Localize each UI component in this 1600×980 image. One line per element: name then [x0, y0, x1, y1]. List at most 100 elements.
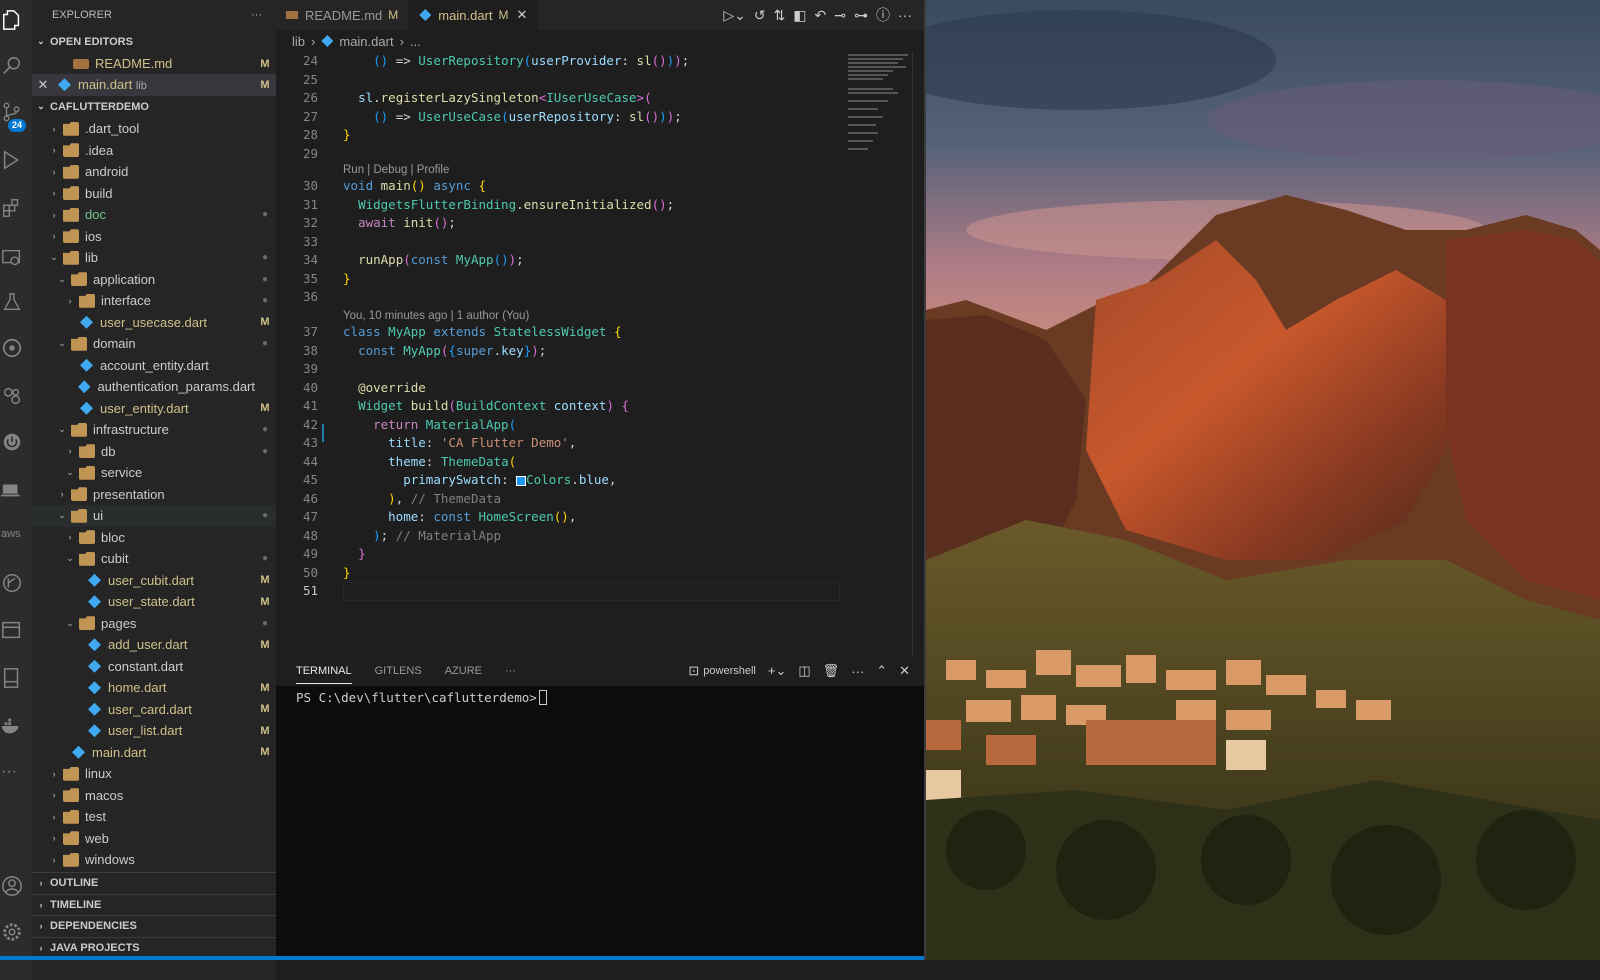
chevron-right-icon[interactable]: › — [48, 167, 60, 177]
remote-explorer-icon[interactable] — [0, 238, 32, 278]
search-icon[interactable] — [0, 46, 32, 86]
tree-item[interactable]: account_entity.dart — [32, 355, 276, 377]
code-editor[interactable]: 24 25 26 27 28 29 30 31 32 33 34 35 36 37 38 39 40 41 42 43… — [276, 52, 924, 656]
chevron-right-icon[interactable]: › — [48, 210, 60, 220]
chevron-right-icon[interactable]: › — [48, 812, 60, 822]
chevron-right-icon[interactable]: › — [64, 296, 76, 306]
tree-item[interactable]: › bloc — [32, 527, 276, 549]
database-icon[interactable] — [0, 658, 32, 698]
tree-item[interactable]: constant.dart — [32, 656, 276, 678]
open-editor-main-dart[interactable]: ✕ main.dart lib M — [32, 74, 276, 96]
chevron-down-icon[interactable]: ⌄ — [64, 553, 76, 564]
docker-icon[interactable] — [0, 706, 32, 746]
chevron-right-icon[interactable]: › — [48, 231, 60, 241]
account-icon[interactable] — [0, 866, 32, 906]
tree-item[interactable]: authentication_params.dart — [32, 376, 276, 398]
tab-terminal[interactable]: TERMINAL — [296, 665, 352, 684]
tree-item[interactable]: › db ● — [32, 441, 276, 463]
terminal-output[interactable]: PS C:\dev\flutter\caflutterdemo> — [276, 686, 924, 709]
tree-item[interactable]: ⌄ infrastructure ● — [32, 419, 276, 441]
tab-main-dart[interactable]: main.dart M ✕ — [409, 0, 539, 30]
next-change-icon[interactable]: ⊶ — [854, 7, 868, 24]
tree-item[interactable]: home.dart M — [32, 677, 276, 699]
close-icon[interactable]: ✕ — [899, 663, 910, 679]
tree-item[interactable]: › linux — [32, 763, 276, 785]
close-icon[interactable]: ✕ — [517, 7, 528, 23]
shell-name[interactable]: powershell — [703, 665, 756, 677]
tree-item[interactable]: › .dart_tool — [32, 118, 276, 140]
open-editor-readme[interactable]: README.md M — [32, 53, 276, 75]
add-terminal-icon[interactable]: +⌄ — [768, 663, 786, 679]
chevron-down-icon[interactable]: ⌄ — [48, 252, 60, 263]
run-debug-icon[interactable] — [0, 140, 32, 180]
project-header[interactable]: ⌄ CAFLUTTERDEMO — [32, 96, 276, 117]
tree-item[interactable]: › build — [32, 183, 276, 205]
section-dependencies[interactable]: › DEPENDENCIES — [32, 915, 276, 936]
tab-gitlens[interactable]: GITLENS — [375, 665, 422, 677]
tree-item[interactable]: › test — [32, 806, 276, 828]
tree-item[interactable]: user_card.dart M — [32, 699, 276, 721]
tree-item[interactable]: ⌄ ui ● — [32, 505, 276, 527]
tree-item[interactable]: user_usecase.dart M — [32, 312, 276, 334]
tree-item[interactable]: › web — [32, 828, 276, 850]
chevron-right-icon[interactable]: › — [48, 145, 60, 155]
trash-icon[interactable]: 🗑 — [823, 663, 840, 679]
chevron-right-icon[interactable]: › — [48, 790, 60, 800]
section-java-projects[interactable]: › JAVA PROJECTS — [32, 936, 276, 958]
history-icon[interactable]: ↺ — [754, 7, 766, 24]
split-icon[interactable]: ◧ — [793, 7, 806, 24]
tree-item[interactable]: › ios — [32, 226, 276, 248]
tree-item[interactable]: ⌄ domain ● — [32, 333, 276, 355]
tree-item[interactable]: ⌄ service — [32, 462, 276, 484]
tree-item[interactable]: › windows — [32, 849, 276, 871]
tree-item[interactable]: › interface ● — [32, 290, 276, 312]
testing-icon[interactable] — [0, 282, 32, 322]
chevron-down-icon[interactable]: ⌄ — [64, 618, 76, 629]
browser-icon[interactable] — [0, 610, 32, 650]
tree-item[interactable]: main.dart M — [32, 742, 276, 764]
tree-item[interactable]: › presentation — [32, 484, 276, 506]
prev-change-icon[interactable]: ⊸ — [834, 7, 846, 24]
tree-item[interactable]: user_list.dart M — [32, 720, 276, 742]
color-swatch[interactable] — [516, 475, 527, 486]
chevron-right-icon[interactable]: › — [48, 833, 60, 843]
tree-item[interactable]: › .idea — [32, 140, 276, 162]
minimap[interactable] — [846, 52, 916, 172]
chevron-right-icon[interactable]: › — [64, 532, 76, 542]
tree-item[interactable]: add_user.dart M — [32, 634, 276, 656]
tree-item[interactable]: user_cubit.dart M — [32, 570, 276, 592]
explorer-icon[interactable] — [0, 0, 32, 40]
tree-item[interactable]: ⌄ pages ● — [32, 613, 276, 635]
more-actions-icon[interactable]: ··· — [898, 7, 912, 23]
chevron-down-icon[interactable]: ⌄ — [56, 424, 68, 435]
kubernetes-icon[interactable] — [0, 328, 32, 368]
tree-item[interactable]: ⌄ lib ● — [32, 247, 276, 269]
breadcrumb-folder[interactable]: lib — [292, 34, 305, 49]
compare-icon[interactable]: ⇅ — [774, 7, 786, 24]
tree-item[interactable]: ⌄ application ● — [32, 269, 276, 291]
tree-item[interactable]: › doc ● — [32, 204, 276, 226]
extensions-icon[interactable] — [0, 188, 32, 228]
chevron-right-icon[interactable]: › — [48, 124, 60, 134]
revert-icon[interactable]: ↶ — [815, 7, 827, 24]
tree-item[interactable]: ⌄ cubit ● — [32, 548, 276, 570]
chevron-right-icon[interactable]: › — [56, 489, 68, 499]
chevron-down-icon[interactable]: ⌄ — [56, 510, 68, 521]
section-timeline[interactable]: › TIMELINE — [32, 893, 276, 915]
breadcrumb-more[interactable]: ... — [410, 34, 421, 49]
split-terminal-icon[interactable]: ◫ — [798, 663, 810, 679]
chevron-right-icon[interactable]: › — [48, 769, 60, 779]
more-icon[interactable]: ··· — [0, 752, 32, 792]
git-graph-icon[interactable] — [0, 563, 32, 603]
close-icon[interactable]: ✕ — [32, 77, 54, 93]
run-icon[interactable]: ▷⌄ — [723, 7, 746, 24]
chevron-down-icon[interactable]: ⌄ — [56, 274, 68, 285]
open-editors-header[interactable]: ⌄ OPEN EDITORS — [32, 31, 276, 52]
panel-more-icon[interactable]: ··· — [505, 665, 516, 677]
section-outline[interactable]: › OUTLINE — [32, 872, 276, 893]
tree-item[interactable]: user_state.dart M — [32, 591, 276, 613]
tree-item[interactable]: user_entity.dart M — [32, 398, 276, 420]
more-icon[interactable]: ··· — [851, 664, 864, 679]
chevron-right-icon[interactable]: › — [48, 188, 60, 198]
chevron-down-icon[interactable]: ⌄ — [64, 467, 76, 478]
